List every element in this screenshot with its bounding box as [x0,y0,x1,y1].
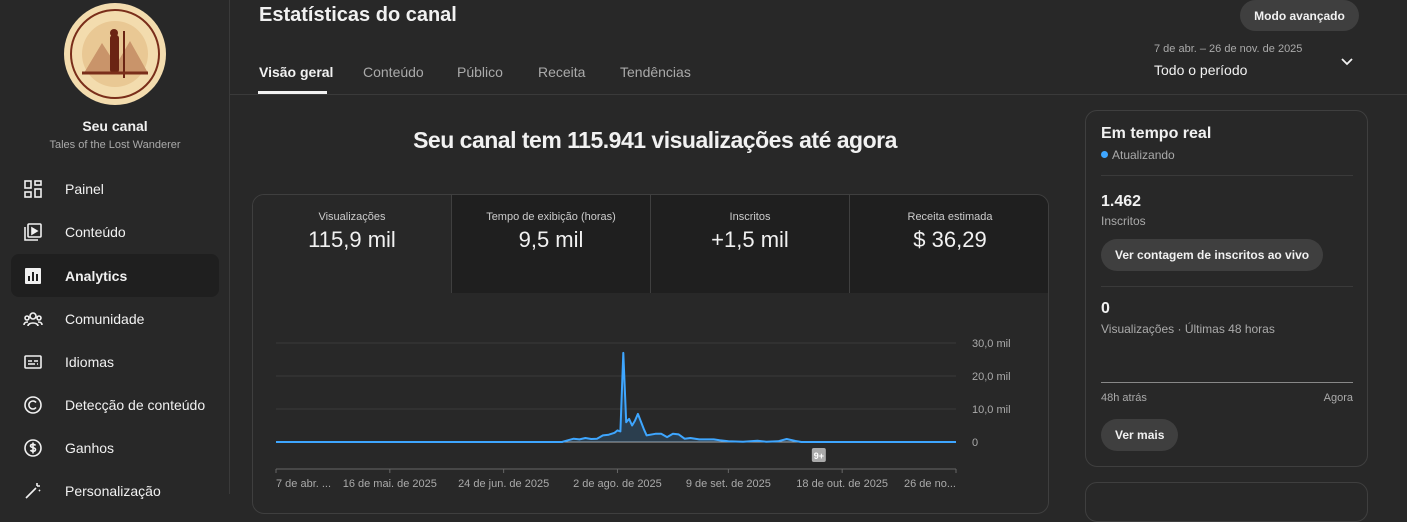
sidebar-item-idiomas[interactable]: Idiomas [11,340,219,383]
realtime-panel: Em tempo real Atualizando 1.462 Inscrito… [1085,110,1368,467]
divider [1101,175,1353,176]
tab-audience[interactable]: Público [457,64,503,80]
metric-label: Receita estimada [907,211,993,223]
analytics-icon [25,267,41,284]
sidebar-item-deteccao[interactable]: Detecção de conteúdo [11,383,219,426]
metric-label: Inscritos [729,211,771,223]
y-tick-label: 0 [972,437,978,449]
sidebar-item-painel[interactable]: Painel [11,167,219,210]
sidebar-item-label: Analytics [65,267,128,284]
channel-label: Seu canal [82,118,148,134]
x-tick-label: 24 de jun. de 2025 [458,478,549,490]
x-tick-label: 26 de no... [904,478,956,490]
live-dot-icon [1101,151,1108,158]
subtitles-icon [24,354,42,369]
headline: Seu canal tem 115.941 visualizações até … [413,127,897,153]
x-tick-label: 16 de mai. de 2025 [343,478,437,490]
sidebar-item-personalizacao[interactable]: Personalização [11,469,219,512]
tab-content[interactable]: Conteúdo [363,64,424,80]
metric-value: 9,5 mil [518,227,584,252]
divider [1101,286,1353,287]
overview-card: 0 10,0 mil 20,0 mil 30,0 mil 7 de abr. ... 16… [252,194,1049,514]
dashboard-icon [24,179,42,198]
tab-overview[interactable]: Visão geral [259,64,333,80]
sidebar-item-label: Comunidade [65,310,145,327]
sidebar-item-conteudo[interactable]: Conteúdo [11,210,219,253]
x-tick-label: 9 de set. de 2025 [686,478,771,490]
channel-avatar[interactable] [64,3,166,105]
metric-value: +1,5 mil [711,227,789,252]
date-range: 7 de abr. – 26 de nov. de 2025 [1154,43,1303,55]
realtime-chart-axis [1101,382,1353,383]
x-tick-label: 2 de ago. de 2025 [573,478,662,490]
advanced-mode-button[interactable]: Modo avançado [1240,0,1359,31]
sidebar-item-label: Conteúdo [65,223,126,240]
secondary-panel [1085,482,1368,522]
views-line [276,351,956,443]
copyright-icon [24,395,42,414]
channel-name: Tales of the Lost Wanderer [49,139,181,151]
x-tick-label: 7 de abr. ... [276,478,331,490]
subscriber-label: Inscritos [1101,214,1146,228]
sidebar-item-label: Painel [65,180,104,197]
sidebar-item-ganhos[interactable]: Ganhos [11,426,219,469]
sidebar-item-label: Detecção de conteúdo [65,396,206,413]
community-icon [23,311,43,326]
content-icon [24,222,42,241]
status-text: Atualizando [1112,148,1175,162]
sidebar-item-label: Idiomas [65,353,115,370]
y-tick-label: 20,0 mil [972,371,1011,383]
metric-tab-revenue[interactable]: Receita estimada $ 36,29 [850,195,1048,293]
sidebar-item-analytics[interactable]: Analytics [11,254,219,297]
page-title: Estatísticas do canal [259,4,457,26]
realtime-views-count: 0 [1101,300,1110,317]
metric-value: $ 36,29 [913,227,987,252]
metric-tab-watch-time[interactable]: Tempo de exibição (horas) 9,5 mil [452,195,651,293]
axis-end-label: Agora [1323,392,1353,404]
axis-start-label: 48h atrás [1101,392,1147,404]
views-area [276,352,956,442]
sidebar-item-label: Personalização [65,482,161,499]
sidebar-item-label: Ganhos [65,439,115,456]
metric-label: Tempo de exibição (horas) [486,211,616,223]
annotation-label: 9+ [814,451,824,461]
live-subscriber-count-button[interactable]: Ver contagem de inscritos ao vivo [1101,239,1324,271]
metric-label: Visualizações [318,211,386,223]
sidebar: Seu canal Tales of the Lost Wanderer Pai… [0,0,230,499]
divider [230,94,1407,95]
magic-wand-icon [25,482,41,499]
see-more-button[interactable]: Ver mais [1101,419,1179,451]
realtime-views-label: Visualizações · Últimas 48 horas [1101,322,1275,336]
realtime-status: Atualizando [1101,148,1175,162]
dollar-icon [24,438,42,457]
chevron-down-icon[interactable] [1339,54,1355,70]
realtime-title: Em tempo real [1101,125,1212,142]
tab-revenue[interactable]: Receita [538,64,585,80]
period-label: Todo o período [1154,62,1248,78]
y-tick-label: 30,0 mil [972,338,1011,350]
metric-tab-views[interactable]: Visualizações 115,9 mil [253,195,452,293]
metric-value: 115,9 mil [308,227,396,252]
sidebar-item-comunidade[interactable]: Comunidade [11,297,219,340]
tab-trends[interactable]: Tendências [620,64,691,80]
y-tick-label: 10,0 mil [972,404,1011,416]
metric-tab-subscribers[interactable]: Inscritos +1,5 mil [651,195,850,293]
subscriber-count: 1.462 [1101,193,1142,210]
x-tick-label: 18 de out. de 2025 [796,478,888,490]
